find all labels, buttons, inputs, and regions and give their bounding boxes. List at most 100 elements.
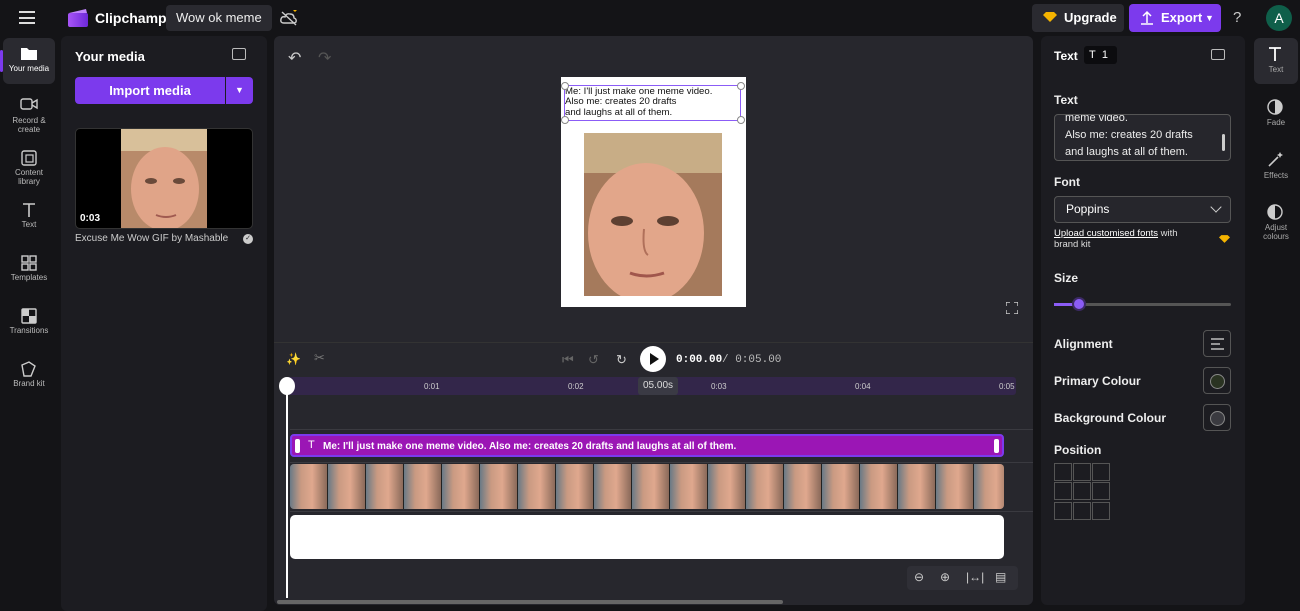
sidebar-item-brand-kit[interactable]: Brand kit [3,353,55,399]
magic-sparkle-icon[interactable]: ✨ [286,352,301,366]
position-cell[interactable] [1054,463,1072,481]
video-frame-thumbnail [708,464,746,509]
export-button[interactable]: Export ▼ [1129,4,1221,32]
font-select[interactable]: Poppins [1054,196,1231,223]
position-cell[interactable] [1054,482,1072,501]
resize-handle[interactable] [737,82,745,90]
slider-thumb[interactable] [1071,297,1086,311]
text-icon [1269,47,1281,61]
collapse-panel-icon[interactable] [1211,49,1225,60]
clip-trim-handle[interactable] [994,439,999,453]
media-panel: Your media Import media ▼ 0:03 Excuse Me… [61,36,267,611]
skip-to-start-icon[interactable]: ⏮ [562,352,574,368]
divider [274,342,1033,343]
size-slider[interactable] [1054,297,1231,311]
ruler-tick-label: 0:05 [999,382,1015,391]
position-cell[interactable] [1092,501,1110,520]
fullscreen-icon[interactable] [1006,302,1018,314]
position-cell[interactable] [1073,482,1091,501]
media-thumbnail[interactable]: 0:03 [75,128,253,229]
scrollbar[interactable] [1222,134,1225,151]
media-item-name: Excuse Me Wow GIF by Mashable [75,233,229,244]
resize-handle[interactable] [561,82,569,90]
forward-5s-icon[interactable]: ↻ [616,352,627,368]
video-frame-thumbnail [898,464,936,509]
resize-handle[interactable] [561,116,569,124]
video-camera-icon [20,98,38,110]
zoom-out-icon[interactable]: ⊖ [914,570,924,584]
sidebar-item-text[interactable]: Text [3,194,55,240]
tab-text[interactable]: Text [1254,38,1298,84]
zoom-in-icon[interactable]: ⊕ [940,570,950,584]
video-frame-thumbnail [670,464,708,509]
position-label: Position [1054,443,1102,457]
properties-panel: Text T 1 Text meme video. Also me: creat… [1041,36,1245,605]
tab-effects[interactable]: Effects [1254,144,1298,190]
text-count-badge: T 1 [1084,46,1117,64]
sidebar-item-your-media[interactable]: Your media [3,38,55,84]
sidebar-item-label: Text [21,220,37,229]
templates-icon [21,255,37,271]
position-cell[interactable] [1073,463,1091,481]
video-frame-thumbnail [442,464,480,509]
video-frame-thumbnail [328,464,366,509]
position-cell[interactable] [1092,482,1110,501]
alignment-button[interactable] [1203,330,1231,357]
folder-icon [21,48,37,60]
video-frame-thumbnail [784,464,822,509]
rewind-5s-icon[interactable]: ↺ [588,352,599,368]
timeline-view-icon[interactable]: ▤ [995,570,1006,584]
text-count: 1 [1101,49,1108,61]
sidebar-item-content-library[interactable]: Content library [3,142,55,188]
project-name-field[interactable]: Wow ok meme [166,5,272,31]
avatar[interactable]: A [1266,5,1292,31]
position-cell[interactable] [1092,463,1110,481]
background-clip[interactable] [290,515,1004,559]
import-options-chevron-icon[interactable]: ▼ [226,77,253,104]
video-frame-thumbnail [290,464,328,509]
cloud-sync-off-icon[interactable] [279,9,299,27]
fit-to-width-icon[interactable]: |↔| [966,570,984,584]
play-button[interactable] [640,346,666,372]
sidebar-item-templates[interactable]: Templates [3,247,55,293]
upload-fonts-text: Upload customised fonts with brand kit [1054,228,1204,250]
primary-colour-button[interactable] [1203,367,1231,394]
sidebar-item-transitions[interactable]: Transitions [3,300,55,346]
selection-box[interactable] [564,85,741,121]
redo-icon[interactable]: ↷ [318,48,331,68]
transitions-icon [21,308,37,324]
text-clip-label: Me: I'll just make one meme video. Also … [323,441,737,452]
upload-fonts-link[interactable]: Upload customised fonts [1054,228,1158,239]
horizontal-scrollbar[interactable] [277,600,783,604]
video-frame-thumbnail [480,464,518,509]
help-icon[interactable]: ? [1233,9,1241,26]
sidebar-item-record-create[interactable]: Record & create [3,90,55,136]
menu-icon[interactable] [19,11,35,24]
playhead[interactable] [286,380,288,598]
sidebar-item-label: Content library [14,168,44,186]
clip-trim-handle[interactable] [295,439,300,453]
gif-face-image [121,129,207,228]
undo-icon[interactable]: ↶ [288,48,301,68]
position-cell[interactable] [1054,501,1072,520]
timeline-ruler[interactable]: 0:01 0:02 0:03 0:04 0:05 05.00s [286,377,1016,395]
video-clip[interactable] [290,464,1004,509]
upgrade-button[interactable]: Upgrade [1032,4,1124,32]
text-input[interactable]: meme video. Also me: creates 20 drafts a… [1054,114,1231,161]
chevron-down-icon: ▼ [1205,13,1214,23]
sidebar-item-label: Templates [10,273,48,282]
tab-fade[interactable]: Fade [1254,91,1298,137]
position-cell[interactable] [1073,501,1091,520]
total-time: / 0:05.00 [722,354,782,366]
video-frame-thumbnail [822,464,860,509]
resize-handle[interactable] [737,116,745,124]
import-media-button[interactable]: Import media [75,77,225,104]
text-input-line: meme video. [1065,114,1128,124]
tab-adjust-colours[interactable]: Adjust colours [1254,196,1298,242]
preview-canvas[interactable]: Me: I'll just make one meme video. Also … [561,77,746,307]
text-clip[interactable]: T Me: I'll just make one meme video. Als… [290,434,1004,457]
background-colour-button[interactable] [1203,404,1231,431]
video-frame-thumbnail [936,464,974,509]
collapse-panel-icon[interactable] [232,48,246,60]
split-scissors-icon[interactable]: ✂ [314,350,325,366]
